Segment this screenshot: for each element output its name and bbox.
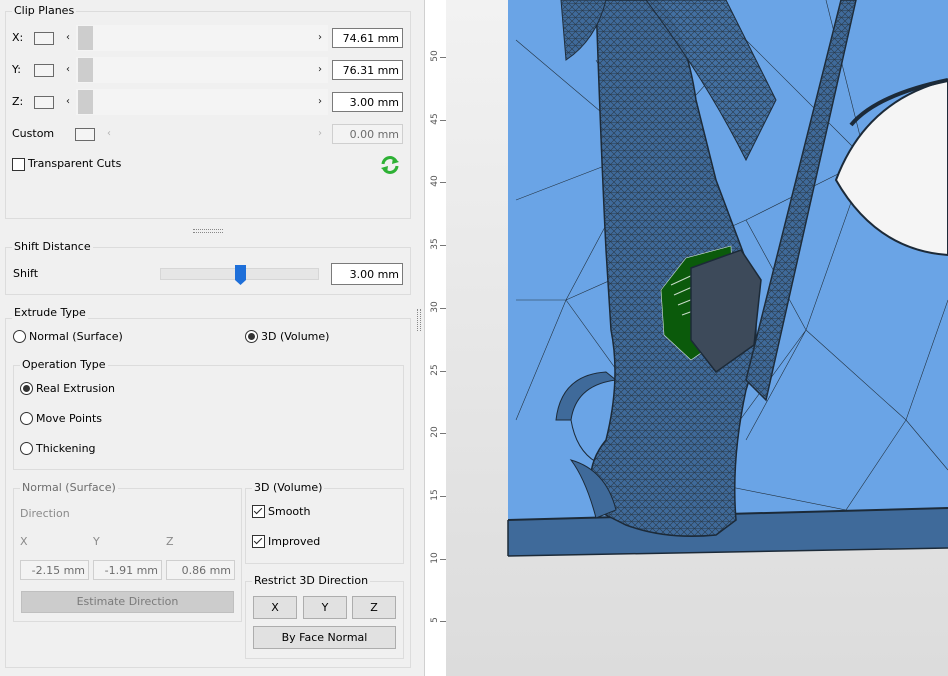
clip-y-slider-thumb[interactable]: [78, 58, 93, 82]
transparent-cuts-checkbox[interactable]: [12, 158, 25, 171]
clip-z-color-swatch[interactable]: [34, 96, 54, 109]
restrict-direction-title: Restrict 3D Direction: [252, 574, 371, 587]
clip-x-label: X:: [12, 31, 24, 44]
clip-custom-color-swatch[interactable]: [75, 128, 95, 141]
clip-x-slider-thumb[interactable]: [78, 26, 93, 50]
shift-distance-title: Shift Distance: [12, 240, 93, 253]
move-points-radio[interactable]: [20, 412, 33, 425]
ruler-tick-label: 15: [430, 489, 440, 501]
real-extrusion-radio[interactable]: [20, 382, 33, 395]
normal-surface-radio[interactable]: [13, 330, 26, 343]
chevron-right-icon[interactable]: ›: [315, 31, 325, 45]
restrict-y-button[interactable]: Y: [303, 596, 347, 619]
chevron-left-icon[interactable]: ‹: [63, 95, 73, 109]
clip-planes-title: Clip Planes: [12, 4, 77, 17]
ruler-tick-label: 20: [430, 426, 440, 438]
operation-type-title: Operation Type: [20, 358, 108, 371]
volume-options-group: [245, 488, 404, 564]
clip-z-label: Z:: [12, 95, 24, 108]
refresh-icon[interactable]: [379, 154, 401, 176]
clip-x-value-field[interactable]: 74.61 mm: [332, 28, 403, 48]
direction-z-label: Z: [166, 535, 174, 548]
shift-label: Shift: [13, 267, 39, 280]
ruler-tick-label: 30: [430, 301, 440, 313]
restrict-x-button[interactable]: X: [253, 596, 297, 619]
direction-label: Direction: [20, 507, 70, 520]
by-face-normal-button[interactable]: By Face Normal: [253, 626, 396, 649]
direction-x-field: -2.15 mm: [20, 560, 89, 580]
clip-y-label: Y:: [12, 63, 21, 76]
smooth-checkbox[interactable]: [252, 505, 265, 518]
direction-y-label: Y: [93, 535, 100, 548]
move-points-label: Move Points: [36, 412, 103, 425]
clip-z-value-field[interactable]: 3.00 mm: [332, 92, 403, 112]
thickening-label: Thickening: [36, 442, 96, 455]
vertical-ruler: 50 45 40 35 30 25 20 15 10 5: [424, 0, 448, 676]
grip-icon[interactable]: [417, 309, 421, 331]
clip-custom-label: Custom: [12, 127, 55, 140]
chevron-right-icon[interactable]: ›: [315, 95, 325, 109]
clip-y-color-swatch[interactable]: [34, 64, 54, 77]
volume-label: 3D (Volume): [261, 330, 330, 343]
ruler-tick-label: 35: [430, 238, 440, 250]
thickening-radio[interactable]: [20, 442, 33, 455]
shift-slider-thumb[interactable]: [235, 265, 246, 285]
clip-z-slider[interactable]: [76, 89, 328, 115]
chevron-right-icon: ›: [318, 128, 322, 139]
clip-z-slider-thumb[interactable]: [78, 90, 93, 114]
estimate-direction-button: Estimate Direction: [21, 591, 234, 613]
ruler-tick-label: 25: [430, 363, 440, 376]
chevron-left-icon[interactable]: ‹: [63, 31, 73, 45]
clip-x-color-swatch[interactable]: [34, 32, 54, 45]
volume-options-title: 3D (Volume): [252, 481, 325, 494]
ruler-tick-label: 45: [430, 112, 440, 125]
restrict-z-button[interactable]: Z: [352, 596, 396, 619]
smooth-label: Smooth: [268, 505, 311, 518]
chevron-left-icon: ‹: [107, 128, 111, 139]
ruler-tick-label: 10: [430, 551, 440, 564]
transparent-cuts-label: Transparent Cuts: [28, 157, 122, 170]
clip-x-slider[interactable]: [76, 25, 328, 51]
normal-surface-label: Normal (Surface): [29, 330, 123, 343]
clip-y-value-field[interactable]: 76.31 mm: [332, 60, 403, 80]
improved-label: Improved: [268, 535, 321, 548]
direction-y-field: -1.91 mm: [93, 560, 162, 580]
clip-custom-value-field: 0.00 mm: [332, 124, 403, 144]
extrude-type-title: Extrude Type: [12, 306, 88, 319]
properties-panel: Clip Planes X: ‹ › 74.61 mm Y: ‹ › 76.31…: [0, 0, 416, 676]
chevron-left-icon[interactable]: ‹: [63, 63, 73, 77]
ruler-tick-label: 5: [430, 617, 440, 624]
volume-radio[interactable]: [245, 330, 258, 343]
improved-checkbox[interactable]: [252, 535, 265, 548]
direction-x-label: X: [20, 535, 28, 548]
chevron-right-icon[interactable]: ›: [315, 63, 325, 77]
ruler-tick-label: 40: [430, 175, 440, 188]
shift-value-field[interactable]: 3.00 mm: [331, 263, 403, 285]
grip-icon[interactable]: [193, 229, 223, 233]
normal-surface-title: Normal (Surface): [20, 481, 118, 494]
direction-z-field: 0.86 mm: [166, 560, 235, 580]
3d-viewport[interactable]: [446, 0, 948, 676]
real-extrusion-label: Real Extrusion: [36, 382, 115, 395]
clip-y-slider[interactable]: [76, 57, 328, 83]
ruler-tick-label: 50: [430, 50, 440, 62]
